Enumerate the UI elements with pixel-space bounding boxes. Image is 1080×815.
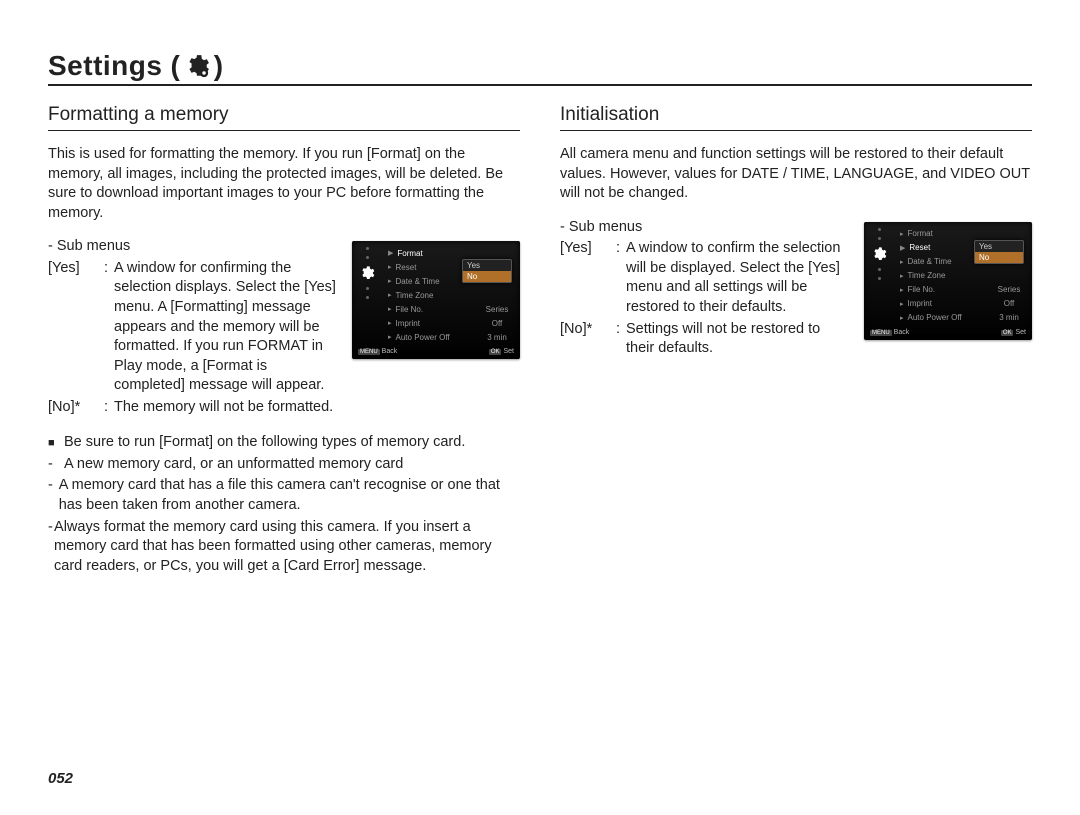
option-text: A window for confirming the selection di… [114, 259, 336, 396]
lcd-back-label: Back [382, 348, 398, 355]
chevron-right-icon: ▸ [388, 263, 392, 271]
lcd-screenshot-reset: ▸Format▶Reset▸Date & Time▸Time Zone▸File… [864, 218, 1032, 361]
page-title: Settings [48, 50, 162, 82]
menu-button-icon[interactable]: MENU [870, 330, 892, 336]
format-notes: ■ Be sure to run [Format] on the followi… [48, 433, 520, 576]
lcd-menu-item[interactable]: ▸ File No. Series [388, 303, 514, 315]
option-text: A window to confirm the selection will b… [626, 239, 848, 317]
lcd-menu-item[interactable]: ▸ Auto Power Off 3 min [900, 312, 1026, 324]
heading-formatting: Formatting a memory [48, 104, 520, 131]
lcd-item-value: Series [480, 305, 514, 314]
lcd-item-label: Format [397, 249, 476, 258]
col-formatting: Formatting a memory This is used for for… [48, 104, 520, 578]
title-icon-group: ( ) [170, 50, 223, 82]
lcd-item-label: Auto Power Off [908, 313, 988, 322]
lcd-popup-option[interactable]: No [975, 252, 1023, 263]
page-number: 052 [48, 770, 73, 787]
chevron-right-icon: ▸ [900, 300, 904, 308]
dash-bullet-icon: - [48, 476, 59, 496]
colon: : [104, 398, 114, 418]
chevron-right-icon: ▸ [900, 230, 904, 238]
lcd-item-value: Off [480, 319, 514, 328]
lcd-item-label: Imprint [396, 319, 476, 328]
option-key: [No]* [560, 320, 616, 340]
chevron-right-icon: ▸ [388, 291, 392, 299]
lcd-menu-item[interactable]: ▸ File No. Series [900, 284, 1026, 296]
lcd-popup-option[interactable]: Yes [463, 260, 511, 271]
lcd-popup-option[interactable]: Yes [975, 241, 1023, 252]
note-lead: Be sure to run [Format] on the following… [64, 433, 465, 453]
note-item: Always format the memory card using this… [54, 518, 520, 577]
intro-initialisation: All camera menu and function settings wi… [560, 145, 1032, 204]
lcd-item-label: File No. [396, 305, 476, 314]
lcd-menu-item[interactable]: ▸ Auto Power Off 3 min [388, 331, 514, 343]
lcd-item-label: Time Zone [908, 271, 988, 280]
lcd-menu-item[interactable]: ▸ Format [900, 228, 1026, 240]
chevron-right-icon: ▸ [388, 319, 392, 327]
chevron-right-icon: ▸ [388, 305, 392, 313]
lcd-set-label: Set [503, 348, 514, 355]
note-item: A new memory card, or an unformatted mem… [64, 455, 403, 475]
chevron-right-icon: ▸ [900, 314, 904, 322]
colon: : [616, 320, 626, 340]
lcd-item-label: Imprint [908, 299, 988, 308]
col-initialisation: Initialisation All camera menu and funct… [560, 104, 1032, 578]
colon: : [104, 259, 114, 279]
lcd-back-label: Back [894, 329, 910, 336]
heading-initialisation: Initialisation [560, 104, 1032, 131]
submenu-title-left: - Sub menus [48, 237, 336, 257]
lcd-item-label: Auto Power Off [396, 333, 476, 342]
chevron-right-icon: ▸ [388, 333, 392, 341]
lcd-popup: YesNo [462, 259, 512, 283]
option-yes-left: [Yes] : A window for confirming the sele… [48, 259, 336, 396]
ok-button-icon[interactable]: OK [1001, 330, 1014, 336]
option-yes-right: [Yes] : A window to confirm the selectio… [560, 239, 848, 317]
option-key: [Yes] [560, 239, 616, 259]
lcd-menu-item[interactable]: ▸ Time Zone [388, 289, 514, 301]
lcd-item-label: Format [908, 229, 988, 238]
square-bullet-icon: ■ [48, 436, 64, 451]
lcd-menu-item[interactable]: ▸ Time Zone [900, 270, 1026, 282]
chevron-right-icon: ▶ [900, 244, 905, 252]
lcd-item-label: Time Zone [396, 291, 476, 300]
lcd-item-value: Off [992, 299, 1026, 308]
colon: : [616, 239, 626, 259]
lcd-item-value: 3 min [992, 313, 1026, 322]
option-key: [No]* [48, 398, 104, 418]
lcd-menu-item[interactable]: ▸ Imprint Off [388, 317, 514, 329]
chevron-right-icon: ▸ [900, 258, 904, 266]
lcd-sidebar-icons [356, 247, 378, 339]
lcd-popup: YesNo [974, 240, 1024, 264]
lcd-popup-option[interactable]: No [463, 271, 511, 282]
chevron-right-icon: ▸ [900, 272, 904, 280]
chevron-right-icon: ▶ [388, 249, 393, 257]
note-item: A memory card that has a file this camer… [59, 476, 520, 515]
gear-icon [184, 53, 210, 79]
lcd-item-value: 3 min [480, 333, 514, 342]
submenu-title-right: - Sub menus [560, 218, 848, 238]
menu-button-icon[interactable]: MENU [358, 349, 380, 355]
ok-button-icon[interactable]: OK [489, 349, 502, 355]
lcd-footer: MENUBack OKSet [870, 329, 1026, 336]
lcd-item-value: Series [992, 285, 1026, 294]
lcd-sidebar-icons [868, 228, 890, 320]
lcd-set-label: Set [1015, 329, 1026, 336]
lcd-menu-item[interactable]: ▶ Format [388, 247, 514, 259]
lcd-menu-item[interactable]: ▸ Imprint Off [900, 298, 1026, 310]
option-no-right: [No]* : Settings will not be restored to… [560, 320, 848, 359]
option-text: The memory will not be formatted. [114, 398, 336, 418]
intro-formatting: This is used for formatting the memory. … [48, 145, 520, 223]
lcd-footer: MENUBack OKSet [358, 348, 514, 355]
option-no-left: [No]* : The memory will not be formatted… [48, 398, 336, 418]
chevron-right-icon: ▸ [900, 286, 904, 294]
page-title-row: Settings ( ) [48, 50, 1032, 86]
dash-bullet-icon: - [48, 455, 64, 475]
lcd-screenshot-format: ▶Format▸Reset▸Date & Time▸Time Zone▸File… [352, 237, 520, 419]
lcd-item-label: File No. [908, 285, 988, 294]
option-key: [Yes] [48, 259, 104, 279]
option-text: Settings will not be restored to their d… [626, 320, 848, 359]
chevron-right-icon: ▸ [388, 277, 392, 285]
